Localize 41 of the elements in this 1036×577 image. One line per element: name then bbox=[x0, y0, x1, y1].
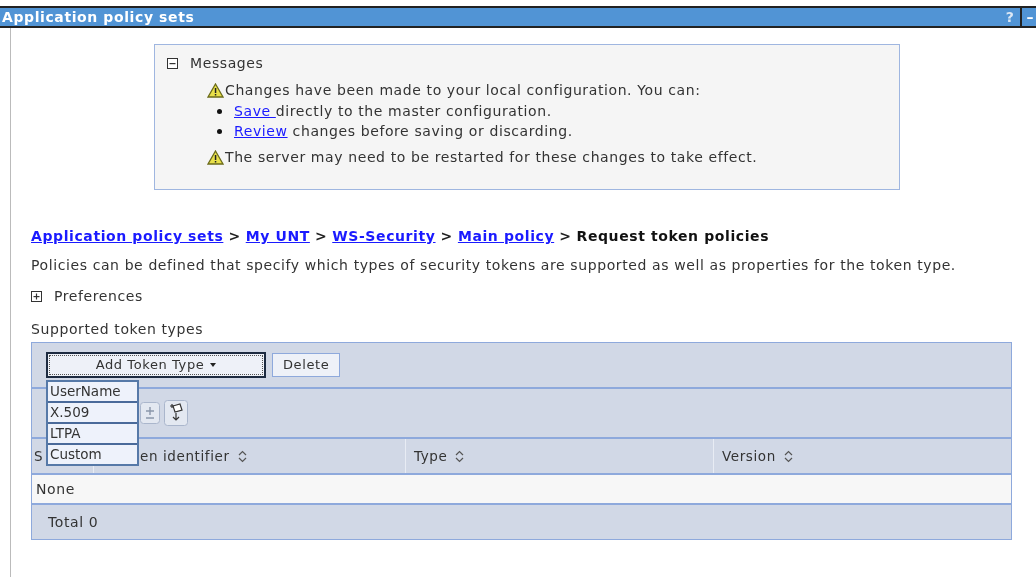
breadcrumb-separator: > bbox=[314, 227, 328, 246]
column-header[interactable]: S bbox=[32, 439, 45, 473]
breadcrumb-link[interactable]: Application policy sets bbox=[31, 226, 224, 247]
menu-item[interactable]: X.509 bbox=[48, 401, 137, 422]
warning-icon bbox=[207, 150, 224, 165]
message-text: The server may need to be restarted for these changes to take effect. bbox=[225, 148, 758, 167]
menu-item[interactable]: UserName bbox=[48, 382, 137, 401]
column-header[interactable]: Version bbox=[714, 439, 1011, 473]
menu-item[interactable]: LTPA bbox=[48, 422, 137, 443]
column-header[interactable]: Type bbox=[406, 439, 714, 473]
message-link[interactable]: Review bbox=[234, 123, 288, 139]
warning-icon bbox=[207, 83, 224, 98]
message-text: Review changes before saving or discarding. bbox=[234, 122, 573, 141]
bullet-icon bbox=[217, 108, 222, 114]
delete-button[interactable]: Delete bbox=[272, 353, 341, 377]
table-cell: None bbox=[32, 475, 1011, 505]
preferences-heading[interactable]: Preferences bbox=[54, 286, 143, 307]
breadcrumb-link[interactable]: Main policy bbox=[457, 226, 555, 247]
breadcrumb-separator: > bbox=[228, 227, 241, 246]
messages-heading[interactable]: Messages bbox=[190, 53, 264, 74]
collapse-icon[interactable] bbox=[167, 58, 178, 69]
sort-icon[interactable] bbox=[455, 449, 465, 463]
caret-icon bbox=[210, 363, 217, 367]
add-token-type-button[interactable]: Add Token Type bbox=[46, 352, 266, 378]
message-text: Changes have been made to your local configuration. You can: bbox=[225, 81, 701, 100]
table-title: Supported token types bbox=[31, 320, 204, 339]
breadcrumb-link[interactable]: My UNT bbox=[245, 226, 310, 247]
message-link[interactable]: Save bbox=[234, 103, 276, 119]
window-title: Application policy sets bbox=[1, 7, 196, 27]
menu-item[interactable]: Custom bbox=[48, 443, 137, 464]
sort-icon[interactable] bbox=[237, 449, 247, 463]
description-text: Policies can be defined that specify which types of security tokens are supported as well as properties for the token type. bbox=[31, 257, 957, 274]
breadcrumb-separator: > bbox=[440, 227, 453, 246]
bullet-icon bbox=[217, 128, 222, 134]
message-text: Save directly to the master configuration. bbox=[234, 102, 552, 121]
sort-icon[interactable] bbox=[783, 449, 793, 463]
breadcrumb-current: Request token policies bbox=[576, 227, 770, 246]
expand-icon[interactable] bbox=[31, 291, 42, 302]
breadcrumb-link[interactable]: WS-Security bbox=[332, 226, 436, 247]
table-footer: Total 0 bbox=[32, 505, 1011, 539]
breadcrumb-separator: > bbox=[559, 227, 572, 246]
